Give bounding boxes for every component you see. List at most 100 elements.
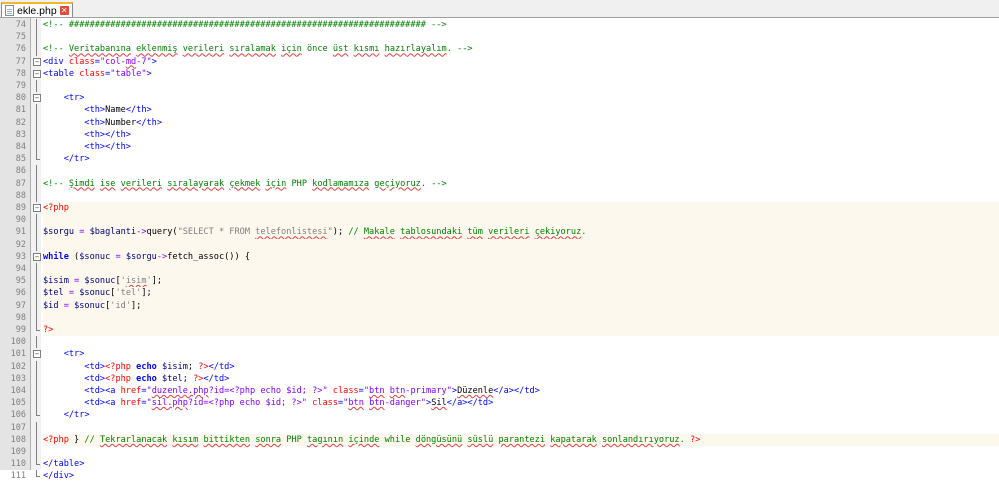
code-line[interactable]: 107 <box>0 421 999 434</box>
code-token: "col- <box>99 56 126 67</box>
code-token: </th> <box>136 117 163 128</box>
code-text: </div> <box>43 470 999 482</box>
code-token: $tel <box>43 288 64 299</box>
code-line[interactable]: 74 <!-- #################################… <box>0 19 999 32</box>
fold-toggle-icon[interactable]: − <box>31 202 41 214</box>
code-line[interactable]: 85 </tr> <box>0 153 999 165</box>
spell-error-token: duzenle.php <box>151 386 209 396</box>
code-line[interactable]: 101− <tr> <box>0 348 999 360</box>
close-tab-icon[interactable]: ✕ <box>59 6 69 15</box>
spell-error-token: sonra <box>255 434 282 445</box>
code-line[interactable]: 78− <table class="table"> <box>0 68 999 80</box>
line-number: 103 <box>10 373 26 384</box>
code-token: <?php <box>105 361 137 372</box>
file-tab[interactable]: ekle.php ✕ <box>1 2 73 17</box>
code-line[interactable]: 103 <td><?php echo $tel; ?></td> <box>0 372 999 385</box>
spell-error-token: sıralayarak <box>167 178 225 189</box>
code-token: <!-- <box>43 178 69 189</box>
code-token: = <box>58 300 75 311</box>
spell-error-token: btn <box>348 398 364 409</box>
code-text: $id = $sonuc['id']; <box>43 299 999 312</box>
code-line[interactable]: 99 ?> <box>0 324 999 337</box>
fold-line-marker <box>31 104 41 117</box>
code-line[interactable]: 105 <td><a href="sil.php?id=<?php echo $… <box>0 397 999 410</box>
code-token: class <box>68 56 95 67</box>
fold-line-marker <box>31 385 41 398</box>
code-editor[interactable]: 74 <!-- #################################… <box>0 18 999 481</box>
line-number: 85 <box>15 154 26 165</box>
code-line[interactable]: 93− while ($sonuc = $sorgu->fetch_assoc()… <box>0 250 999 263</box>
code-line[interactable]: 104 <td><a href="duzenle.php?id=<?php ec… <box>0 385 999 398</box>
code-line[interactable]: 109 <box>0 446 999 459</box>
fold-line-marker <box>31 446 41 459</box>
code-line[interactable]: 76 <!-- Veritabanına eklenmiş verileri sı… <box>0 43 999 56</box>
spell-error-token: üst <box>332 44 349 55</box>
code-line[interactable]: 102 <td><?php echo $isim; ?></td> <box>0 360 999 373</box>
code-line[interactable]: 106 </tr> <box>0 409 999 421</box>
fold-toggle-icon[interactable]: − <box>31 92 41 104</box>
code-token: $baglanti <box>89 227 137 238</box>
code-text: <th>Number</th> <box>43 117 999 129</box>
fold-toggle-icon[interactable]: − <box>31 251 41 263</box>
code-line[interactable]: 75 <box>0 31 999 44</box>
code-line[interactable]: 89− <?php <box>0 202 999 215</box>
code-line[interactable]: 108 <?php } // Tekrarlanacak kısım bittik… <box>0 433 999 446</box>
fold-toggle-icon[interactable]: − <box>31 348 41 360</box>
fold-toggle-icon[interactable]: − <box>31 68 41 80</box>
code-line[interactable]: 90 <box>0 214 999 227</box>
code-line[interactable]: 91 $sorgu = $baglanti->query("SELECT * FR… <box>0 226 999 239</box>
line-number: 74 <box>15 20 26 30</box>
code-line[interactable]: 92 <box>0 238 999 251</box>
code-token: query( <box>146 227 178 238</box>
code-line[interactable]: 111 </div> <box>0 470 999 482</box>
code-token: . <box>679 434 690 445</box>
code-line[interactable]: 79 <box>0 80 999 93</box>
code-line[interactable]: 100 <box>0 336 999 349</box>
line-number: 95 <box>15 276 26 287</box>
fold-line-marker <box>31 397 41 410</box>
code-token: = <box>68 276 85 287</box>
code-token: $sonuc <box>84 276 116 287</box>
spell-error-token: kapatarak <box>550 434 597 445</box>
spell-error-token: bittikten <box>203 434 251 445</box>
code-token: // <box>84 434 100 445</box>
code-line[interactable]: 81 <th>Name</th> <box>0 104 999 117</box>
fold-line-marker <box>31 31 41 44</box>
code-line[interactable]: 83 <th></th> <box>0 128 999 141</box>
code-line[interactable]: 77− <div class="col-md-7"> <box>0 56 999 68</box>
line-number: 110 <box>10 459 26 470</box>
fold-line-marker <box>31 336 41 349</box>
code-line[interactable]: 82 <th>Number</th> <box>0 116 999 129</box>
code-text: <th>Name</th> <box>43 104 999 116</box>
fold-line-marker <box>31 141 41 154</box>
code-token: $isim <box>43 276 69 287</box>
code-token: ]; <box>131 300 142 311</box>
code-line[interactable]: 80− <tr> <box>0 92 999 104</box>
code-line[interactable]: 84 <th></th> <box>0 141 999 154</box>
code-line[interactable]: 88 <box>0 189 999 202</box>
code-line[interactable]: 87 <!-- Şimdi ise verileri sıralayarak çe… <box>0 177 999 190</box>
code-token: <?php <box>43 203 69 213</box>
code-line[interactable]: 94 <box>0 263 999 276</box>
code-token: ); <box>332 227 349 238</box>
code-text: while ($sonuc = $sorgu->fetch_assoc()) { <box>43 250 999 263</box>
code-line[interactable]: 110 </table> <box>0 458 999 470</box>
line-number: 96 <box>15 288 26 299</box>
code-line[interactable]: 95 $isim = $sonuc['isim']; <box>0 275 999 288</box>
code-line[interactable]: 86 <box>0 165 999 178</box>
code-text: <td><a href="sil.php?id=<?php echo $id; … <box>43 397 999 409</box>
fold-toggle-icon[interactable]: − <box>31 56 41 68</box>
code-text: <td><?php echo $tel; ?></td> <box>43 373 999 385</box>
spell-error-token: hazırlayalım <box>384 44 447 55</box>
code-token: <tr> <box>63 349 85 360</box>
code-token: -danger" <box>384 398 426 409</box>
line-number: 106 <box>10 410 26 421</box>
code-text: <div class="col-md-7"> <box>43 56 999 68</box>
code-line[interactable]: 97 $id = $sonuc['id']; <box>0 299 999 312</box>
code-line[interactable]: 96 $tel = $sonuc['tel']; <box>0 287 999 300</box>
code-line[interactable]: 98 <box>0 311 999 324</box>
code-token: . --> <box>446 44 473 55</box>
